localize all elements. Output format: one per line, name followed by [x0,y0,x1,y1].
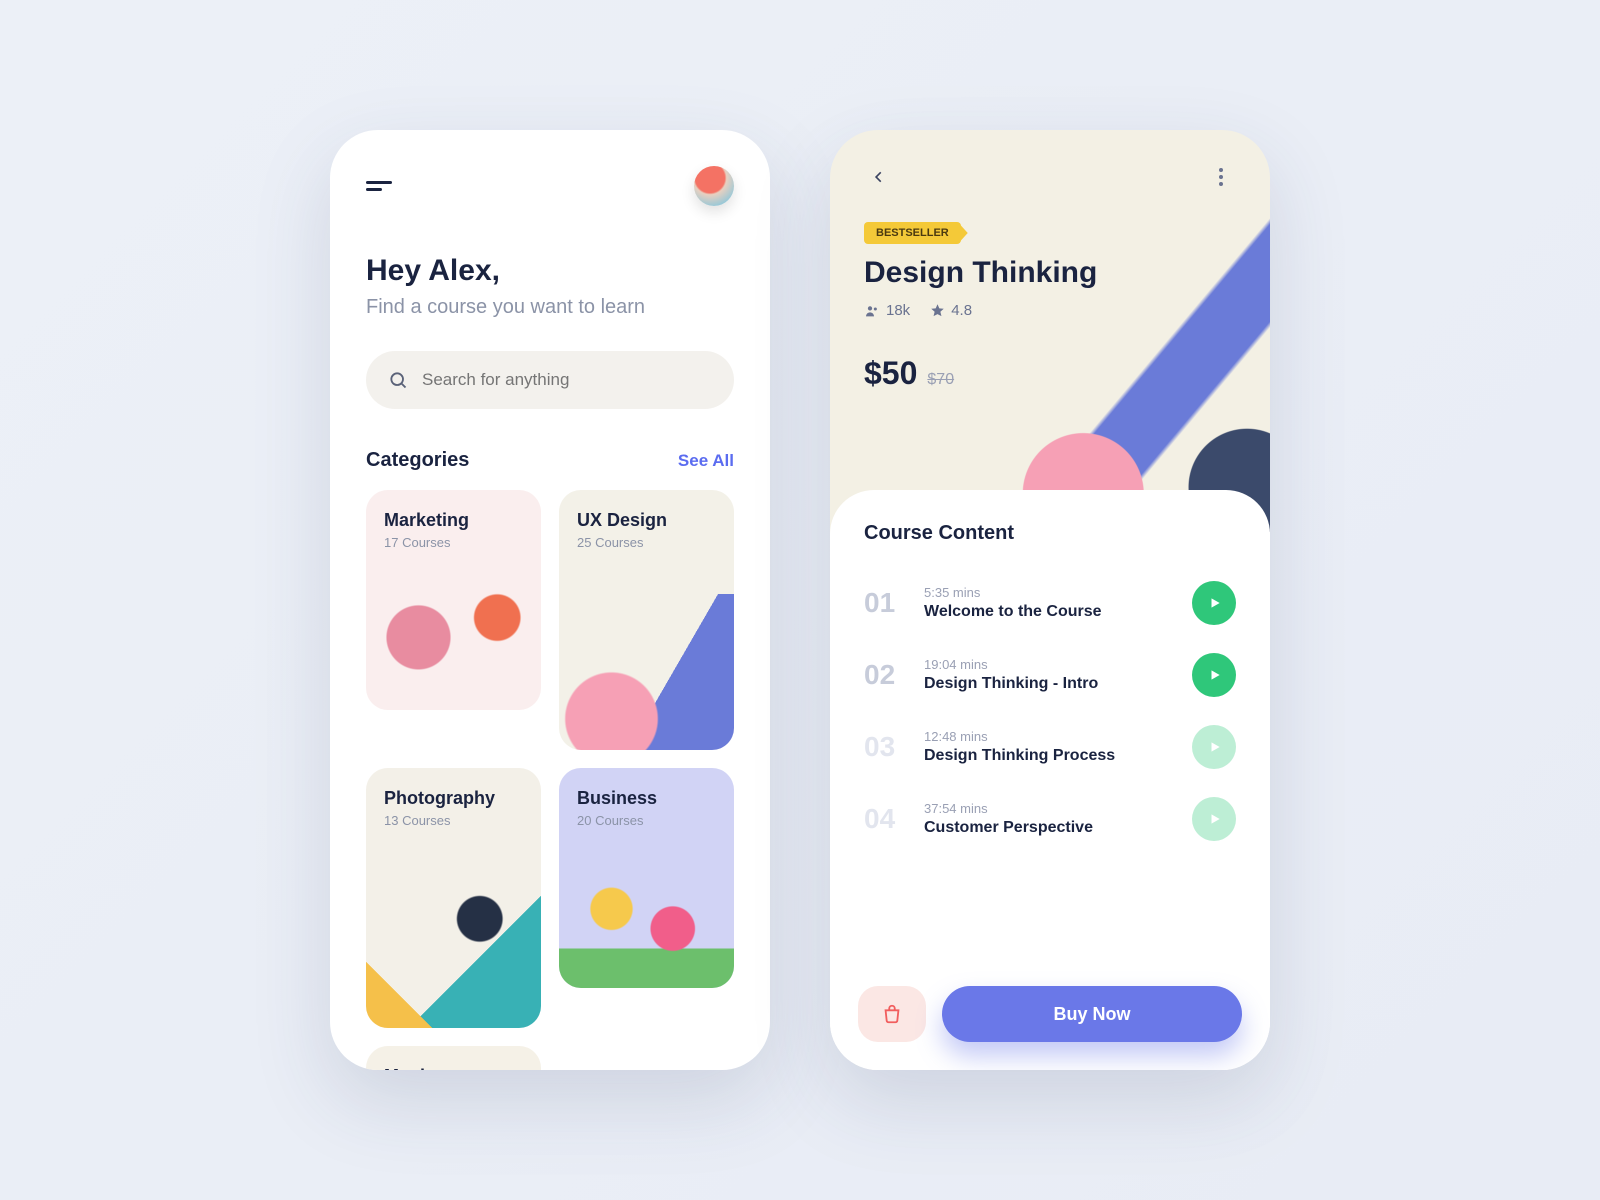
lesson-title: Welcome to the Course [924,603,1174,621]
bestseller-badge: BESTSELLER [864,222,961,244]
cart-button[interactable] [858,986,926,1042]
card-illustration [559,594,734,750]
avatar[interactable] [694,166,734,206]
card-title: Business [577,788,716,809]
lesson-number: 03 [864,731,906,763]
greeting: Hey Alex, [330,206,770,296]
lesson-number: 02 [864,659,906,691]
play-icon [1208,596,1222,610]
lesson-number: 01 [864,587,906,619]
lesson-title: Customer Perspective [924,819,1174,837]
search-icon [388,370,408,390]
card-count: 17 Courses [384,535,523,550]
card-title: Music [384,1066,523,1070]
card-illustration [559,856,734,988]
play-icon [1208,740,1222,754]
search-field[interactable] [366,351,734,409]
students-count: 18k [886,302,910,319]
play-icon [1208,812,1222,826]
star-icon [930,303,945,318]
play-button[interactable] [1192,797,1236,841]
back-icon[interactable] [864,162,894,192]
course-content-sheet: Course Content 01 5:35 mins Welcome to t… [830,490,1270,1070]
card-title: UX Design [577,510,716,531]
category-card-business[interactable]: Business 20 Courses [559,768,734,988]
hero-illustration [1015,212,1270,532]
home-screen: Hey Alex, Find a course you want to lear… [330,130,770,1070]
card-illustration [366,872,541,1028]
card-title: Photography [384,788,523,809]
search-input[interactable] [422,370,712,390]
lesson-duration: 12:48 mins [924,729,1174,744]
card-illustration [366,578,541,710]
card-count: 25 Courses [577,535,716,550]
lesson-duration: 37:54 mins [924,801,1174,816]
play-button[interactable] [1192,653,1236,697]
lesson-title: Design Thinking Process [924,747,1174,765]
course-hero: BESTSELLER Design Thinking 18k 4.8 $50 $… [830,192,1270,522]
lesson-row[interactable]: 01 5:35 mins Welcome to the Course [864,567,1236,639]
course-detail-screen: BESTSELLER Design Thinking 18k 4.8 $50 $… [830,130,1270,1070]
people-icon [864,303,880,319]
buy-now-button[interactable]: Buy Now [942,986,1242,1042]
bag-icon [881,1003,903,1025]
categories-heading: Categories [366,449,469,472]
card-count: 20 Courses [577,813,716,828]
card-title: Marketing [384,510,523,531]
category-card-marketing[interactable]: Marketing 17 Courses [366,490,541,710]
category-card-ux-design[interactable]: UX Design 25 Courses [559,490,734,750]
lesson-row[interactable]: 03 12:48 mins Design Thinking Process [864,711,1236,783]
lesson-number: 04 [864,803,906,835]
lesson-row[interactable]: 04 37:54 mins Customer Perspective [864,783,1236,855]
lesson-duration: 19:04 mins [924,657,1174,672]
lesson-title: Design Thinking - Intro [924,675,1174,693]
subtitle: Find a course you want to learn [330,296,770,319]
lesson-row[interactable]: 02 19:04 mins Design Thinking - Intro [864,639,1236,711]
content-heading: Course Content [864,522,1236,545]
categories-grid: Marketing 17 Courses UX Design 25 Course… [330,490,770,1070]
price: $50 [864,355,917,392]
play-button[interactable] [1192,725,1236,769]
play-icon [1208,668,1222,682]
menu-icon[interactable] [366,181,392,191]
bottom-bar: Buy Now [830,966,1270,1070]
lesson-duration: 5:35 mins [924,585,1174,600]
see-all-link[interactable]: See All [678,451,734,471]
rating-value: 4.8 [951,302,972,319]
category-card-photography[interactable]: Photography 13 Courses [366,768,541,1028]
card-count: 13 Courses [384,813,523,828]
category-card-music[interactable]: Music [366,1046,541,1070]
play-button[interactable] [1192,581,1236,625]
more-icon[interactable] [1206,162,1236,192]
old-price: $70 [927,371,954,389]
